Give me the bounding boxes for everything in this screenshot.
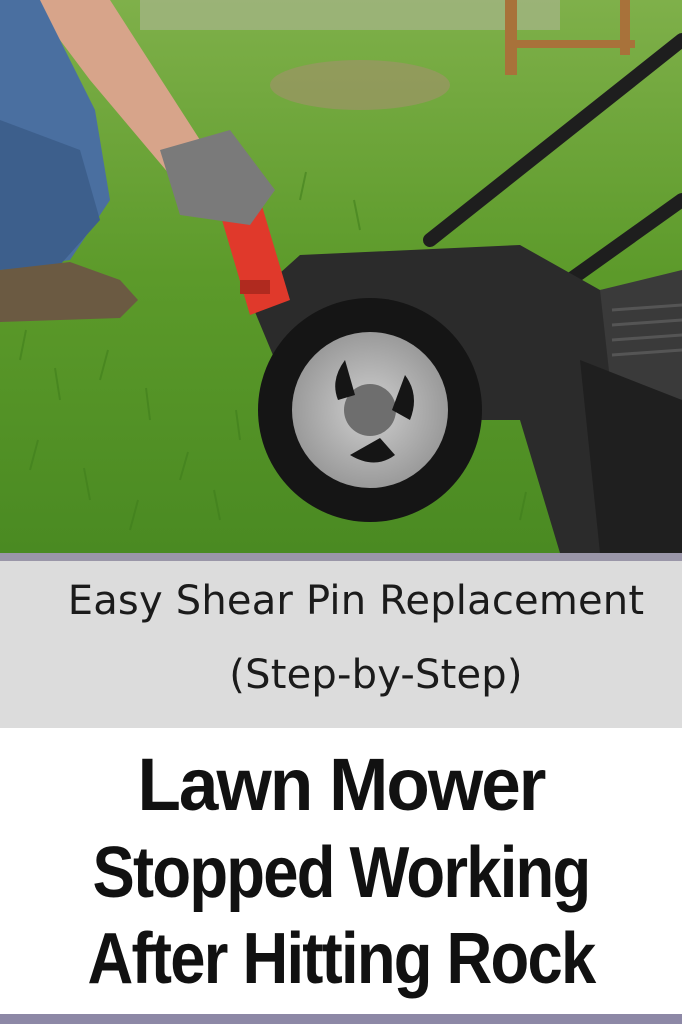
lawn-mower-photo bbox=[0, 0, 682, 553]
subtitle-line-1: Easy Shear Pin Replacement bbox=[67, 578, 645, 624]
title-line-2: Stopped Working bbox=[92, 833, 592, 913]
title-line-3: After Hitting Rock bbox=[87, 919, 597, 999]
top-divider bbox=[0, 553, 682, 561]
subtitle-line-2: (Step-by-Step) bbox=[229, 652, 523, 698]
title-line-1: Lawn Mower bbox=[137, 743, 546, 826]
bottom-divider bbox=[0, 1014, 682, 1024]
